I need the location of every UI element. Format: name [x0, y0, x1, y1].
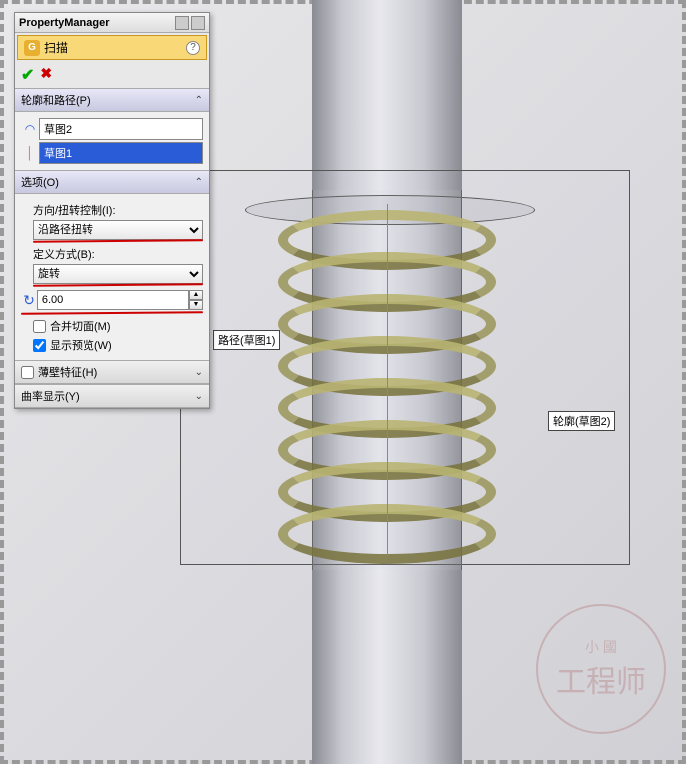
watermark: 小 國 工程师	[536, 604, 666, 734]
chevron-up-icon: ⌃	[195, 177, 203, 188]
expand-icon[interactable]	[191, 16, 205, 30]
chevron-down-icon: ⌄	[195, 391, 203, 402]
profile-selection[interactable]: 草图2	[39, 118, 203, 140]
property-manager-panel: PropertyManager G 扫描 ? ✔ ✖ 轮廓和路径(P) ⌃ ◠ …	[14, 12, 210, 409]
annotation-underline	[33, 239, 203, 242]
thin-checkbox[interactable]	[21, 366, 34, 379]
chevron-down-icon: ⌄	[195, 367, 203, 378]
section-options-body: 方向/扭转控制(I): 沿路径扭转 定义方式(B): 旋转 ↻ ▲▼ 合并切面(…	[15, 194, 209, 360]
turns-input[interactable]	[37, 290, 189, 310]
path-selection[interactable]: 草图1	[39, 142, 203, 164]
path-icon: │	[21, 142, 39, 164]
chevron-up-icon: ⌃	[195, 95, 203, 106]
rotation-icon: ↻	[21, 292, 37, 309]
preview-checkbox[interactable]	[33, 339, 46, 352]
defby-dropdown[interactable]: 旋转	[33, 264, 203, 284]
annotation-underline	[33, 283, 203, 286]
section-thin-head[interactable]: 薄壁特征(H) ⌄	[15, 360, 209, 384]
merge-checkbox-row[interactable]: 合并切面(M)	[33, 318, 203, 334]
callout-profile[interactable]: 轮廓(草图2)	[548, 411, 615, 431]
confirm-row: ✔ ✖	[15, 62, 209, 88]
section-curv-head[interactable]: 曲率显示(Y) ⌄	[15, 384, 209, 408]
cancel-button[interactable]: ✖	[40, 65, 52, 85]
section-options-head[interactable]: 选项(O) ⌃	[15, 170, 209, 194]
pin-icon[interactable]	[175, 16, 189, 30]
twist-dropdown[interactable]: 沿路径扭转	[33, 220, 203, 240]
feature-name: 扫描	[44, 39, 68, 56]
profile-icon: ◠	[21, 118, 39, 140]
sweep-icon: G	[24, 40, 40, 56]
section-profile-path-head[interactable]: 轮廓和路径(P) ⌃	[15, 88, 209, 112]
defby-label: 定义方式(B):	[33, 246, 203, 262]
merge-checkbox[interactable]	[33, 320, 46, 333]
pm-titlebar: PropertyManager	[15, 13, 209, 33]
ok-button[interactable]: ✔	[21, 65, 34, 85]
twist-label: 方向/扭转控制(I):	[33, 202, 203, 218]
annotation-underline	[21, 311, 203, 315]
pm-title-text: PropertyManager	[19, 17, 173, 29]
preview-checkbox-row[interactable]: 显示预览(W)	[33, 337, 203, 353]
spinner-buttons[interactable]: ▲▼	[189, 290, 203, 310]
callout-path[interactable]: 路径(草图1)	[213, 330, 280, 350]
help-icon[interactable]: ?	[186, 41, 200, 55]
feature-header: G 扫描 ?	[17, 35, 207, 60]
path-axis	[387, 204, 388, 556]
section-profile-path-body: ◠ 草图2 │ 草图1	[15, 112, 209, 170]
